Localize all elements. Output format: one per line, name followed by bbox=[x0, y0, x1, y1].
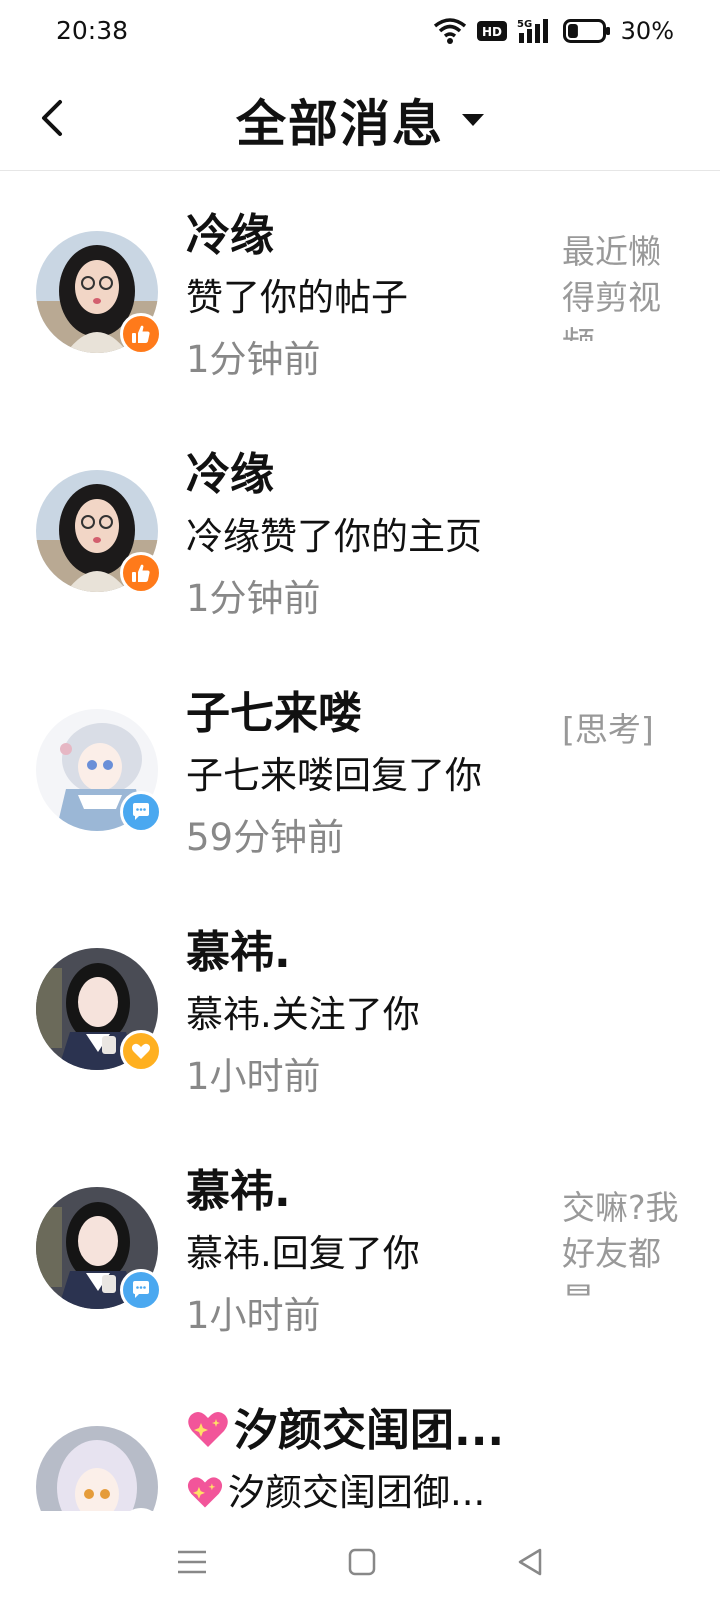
notification-text-content: 汐颜交闺团御... bbox=[228, 1471, 486, 1511]
timestamp: 1分钟前 bbox=[186, 577, 321, 620]
speech-bubble-icon bbox=[133, 1281, 149, 1298]
sender-name[interactable]: 汐颜交闺团... bbox=[186, 1394, 504, 1458]
avatar[interactable] bbox=[36, 1426, 158, 1511]
post-preview[interactable]: [思考] bbox=[562, 707, 680, 753]
notification-item[interactable]: 汐颜交闺团... 汐颜交闺团御... bbox=[0, 1366, 720, 1511]
hd-icon: HD bbox=[476, 21, 507, 41]
like-badge bbox=[120, 552, 162, 594]
notification-item[interactable]: 冷缘 冷缘赞了你的主页 1分钟前 bbox=[0, 410, 720, 649]
timestamp: 1小时前 bbox=[186, 1055, 321, 1098]
sender-name[interactable]: 慕祎. bbox=[186, 916, 291, 980]
sender-name[interactable]: 冷缘 bbox=[186, 438, 274, 502]
notification-text: 赞了你的帖子 bbox=[186, 276, 408, 319]
timestamp: 1分钟前 bbox=[186, 338, 321, 381]
notification-item[interactable]: 子七来喽 子七来喽回复了你 59分钟前 [思考] bbox=[0, 649, 720, 888]
like-badge bbox=[120, 313, 162, 355]
page-title: 全部消息 bbox=[236, 95, 444, 153]
notification-text: 冷缘赞了你的主页 bbox=[186, 515, 482, 558]
status-icons: HD 5G 30% bbox=[433, 14, 674, 48]
post-preview[interactable]: 交嘛?我好友都是 bbox=[562, 1185, 680, 1297]
header: 全部消息 bbox=[0, 66, 720, 171]
notification-list[interactable]: 冷缘 赞了你的帖子 1分钟前 最近懒得剪视频 冷缘 冷缘赞了你的 bbox=[0, 171, 720, 1511]
thumbs-up-icon bbox=[132, 325, 150, 343]
post-preview[interactable]: 最近懒得剪视频 bbox=[562, 229, 680, 341]
menu-icon[interactable] bbox=[172, 1542, 212, 1582]
sparkling-heart-emoji bbox=[188, 1412, 228, 1447]
heart-icon bbox=[131, 1043, 151, 1059]
battery-icon bbox=[562, 19, 610, 43]
notification-item[interactable]: 慕祎. 慕祎.回复了你 1小时前 交嘛?我好友都是 bbox=[0, 1127, 720, 1366]
timestamp: 1小时前 bbox=[186, 1294, 321, 1337]
status-time: 20:38 bbox=[56, 16, 129, 45]
comment-badge bbox=[120, 791, 162, 833]
wifi-icon bbox=[433, 18, 466, 44]
caret-down-icon bbox=[462, 114, 484, 126]
home-square-icon[interactable] bbox=[342, 1542, 382, 1582]
notification-text: 慕祎.回复了你 bbox=[186, 1232, 420, 1275]
notification-text: 子七来喽回复了你 bbox=[186, 754, 482, 797]
title-dropdown[interactable]: 全部消息 bbox=[0, 84, 720, 156]
battery-percent: 30% bbox=[620, 17, 674, 45]
thumbs-up-icon bbox=[132, 564, 150, 582]
sender-name[interactable]: 冷缘 bbox=[186, 199, 274, 263]
system-nav-bar bbox=[0, 1512, 720, 1612]
notification-text: 慕祎.关注了你 bbox=[186, 993, 420, 1036]
speech-bubble-icon bbox=[133, 803, 149, 820]
sparkling-heart-emoji bbox=[187, 1477, 223, 1508]
sender-name[interactable]: 子七来喽 bbox=[186, 677, 362, 741]
notification-item[interactable]: 慕祎. 慕祎.关注了你 1小时前 bbox=[0, 888, 720, 1127]
svg-text:HD: HD bbox=[482, 25, 502, 39]
timestamp: 59分钟前 bbox=[186, 816, 345, 859]
sender-name-text: 汐颜交闺团... bbox=[234, 1405, 505, 1456]
notification-text: 汐颜交闺团御... bbox=[186, 1462, 485, 1511]
sender-name[interactable]: 慕祎. bbox=[186, 1155, 291, 1219]
follow-badge bbox=[120, 1030, 162, 1072]
status-bar: 20:38 HD 5G 30% bbox=[0, 0, 720, 66]
back-triangle-icon[interactable] bbox=[510, 1542, 550, 1582]
comment-badge bbox=[120, 1269, 162, 1311]
notification-item[interactable]: 冷缘 赞了你的帖子 1分钟前 最近懒得剪视频 bbox=[0, 171, 720, 410]
svg-text:5G: 5G bbox=[517, 19, 532, 30]
signal-5g-icon: 5G bbox=[517, 19, 548, 43]
